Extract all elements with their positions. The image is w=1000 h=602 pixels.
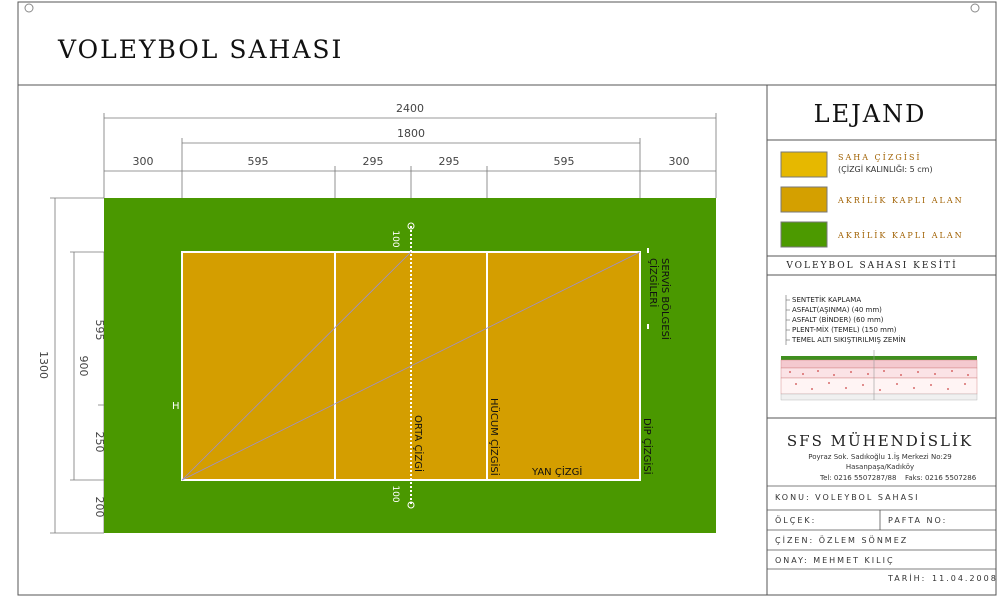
page-title: VOLEYBOL SAHASI	[57, 35, 343, 64]
tb-drawn-by: ÇİZEN: ÖZLEM SÖNMEZ	[775, 535, 908, 545]
label-side-line: YAN ÇİZGİ	[531, 465, 582, 478]
post-marker-label: H	[172, 401, 180, 412]
drawing-canvas: VOLEYBOL SAHASI 2400 1800 300 595 295 29…	[17, 1, 998, 596]
legend-swatch-orange	[780, 186, 828, 213]
label-center-line: ORTA ÇİZGİ	[412, 415, 425, 472]
layer-plentmix	[780, 377, 978, 395]
title-block-text: KONU: VOLEYBOL SAHASI ÖLÇEK: PAFTA NO: Ç…	[775, 493, 998, 583]
legend-label: SAHA ÇİZGİSİ	[838, 153, 922, 162]
section-layer: SENTETİK KAPLAMA	[792, 295, 861, 304]
dim-segment: 595	[248, 155, 269, 168]
layer-subgrade	[780, 393, 978, 401]
section-layer: ASFALT (BİNDER) (60 mm)	[792, 315, 884, 324]
dim-segment: 595	[554, 155, 575, 168]
dim-segment: 295	[363, 155, 384, 168]
corner-mark-top-right	[970, 3, 980, 13]
dim-court-length: 1800	[397, 127, 425, 140]
section-layer: PLENT-MİX (TEMEL) (150 mm)	[792, 325, 897, 334]
company-tel: Tel: 0216 5507287/88	[819, 474, 896, 482]
label-service-zone-1: SERVİS BÖLGESİ	[659, 258, 672, 340]
label-attack-line: HÜCUM ÇİZGİSİ	[488, 398, 501, 476]
service-mark-bottom	[647, 324, 649, 329]
section-layer-labels: SENTETİK KAPLAMA ASFALT(AŞINMA) (40 mm) …	[791, 295, 906, 344]
company-name: SFS MÜHENDİSLİK	[787, 432, 973, 450]
tb-date-value: 11.04.2008	[932, 574, 998, 583]
legend-title: LEJAND	[814, 100, 927, 128]
drawing-sheet: VOLEYBOL SAHASI 2400 1800 300 595 295 29…	[0, 0, 1000, 598]
legend-label: AKRİLİK KAPLI ALAN	[837, 231, 964, 240]
legend-swatch-green	[780, 221, 828, 248]
layer-wearing	[780, 359, 978, 369]
dim-segment: 300	[133, 155, 154, 168]
section-layer: ASFALT(AŞINMA) (40 mm)	[792, 306, 882, 314]
section-title: VOLEYBOL SAHASI KESİTİ	[785, 259, 957, 271]
company-address-1: Poyraz Sok. Sadıkoğlu 1.İş Merkezi No:29	[808, 452, 952, 461]
antenna-dim-bottom: 100	[390, 485, 400, 502]
company-address-2: Hasanpaşa/Kadıköy	[846, 463, 914, 471]
layer-synthetic	[781, 356, 977, 360]
service-mark-top	[647, 248, 649, 253]
corner-mark-top-left	[24, 3, 34, 13]
section-leaders	[785, 295, 790, 345]
tb-scale: ÖLÇEK:	[775, 515, 816, 525]
dim-total-width: 2400	[396, 102, 424, 115]
section-layer: TEMEL ALTI SIKIŞTIRILMIŞ ZEMİN	[791, 335, 906, 344]
layer-binder	[780, 367, 978, 379]
label-end-line: DİP ÇİZGİSİ	[641, 418, 654, 475]
dim-total-height: 1300	[37, 351, 50, 379]
antenna-dim-top: 100	[390, 230, 400, 247]
legend-swatch-line	[780, 151, 828, 178]
tb-approved-by: ONAY: MEHMET KILIÇ	[775, 556, 895, 565]
company-fax: Faks: 0216 5507286	[905, 474, 977, 482]
tb-date-label: TARİH:	[887, 573, 926, 583]
label-service-zone-2: ÇİZGİLERİ	[647, 258, 660, 307]
legend-label: AKRİLİK KAPLI ALAN	[837, 196, 964, 205]
legend-label: (ÇİZGİ KALINLIĞI: 5 cm)	[838, 163, 933, 174]
dim-segment: 295	[439, 155, 460, 168]
dim-segment: 300	[669, 155, 690, 168]
cross-section-drawing	[780, 350, 978, 401]
tb-subject: KONU: VOLEYBOL SAHASI	[775, 493, 919, 502]
dim-inner-height: 900	[77, 356, 90, 377]
top-dimensions	[103, 113, 717, 198]
tb-sheet-no: PAFTA NO:	[888, 516, 947, 525]
